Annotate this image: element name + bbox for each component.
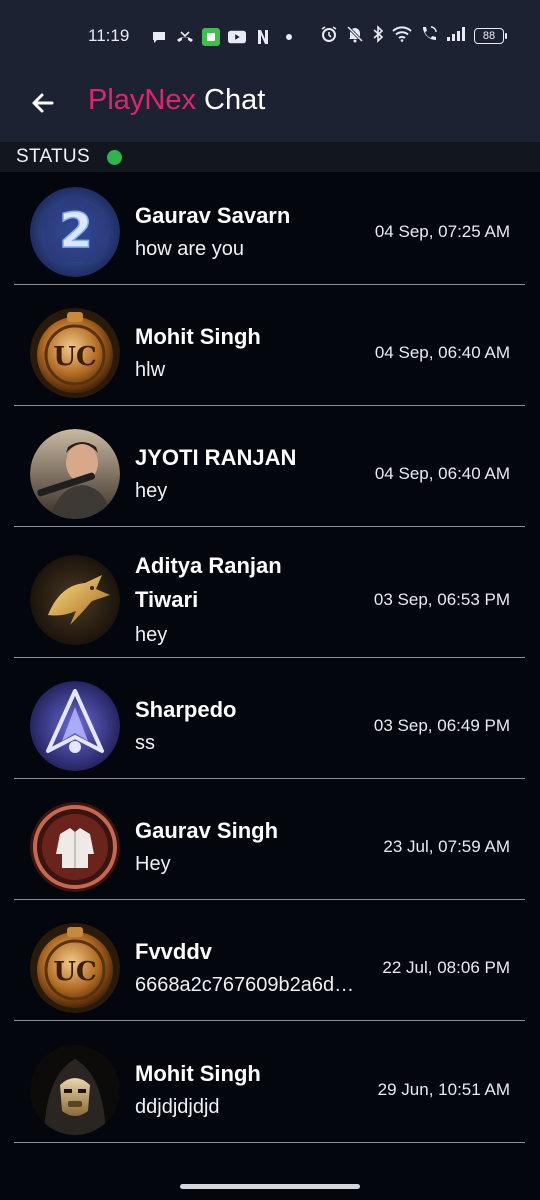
contact-name: Gaurav Savarn: [135, 203, 291, 228]
app-bar: PlayNex Chat: [0, 72, 540, 142]
system-indicator-icons: 88: [320, 24, 507, 48]
contact-name: Aditya Ranjan Tiwari: [135, 553, 282, 612]
chat-row[interactable]: JYOTI RANJAN hey 04 Sep, 06:40 AM: [0, 406, 540, 527]
page-title: PlayNex Chat: [88, 82, 265, 118]
wolf-emblem-avatar: [30, 681, 120, 771]
golden-dragon-avatar: [30, 555, 120, 645]
message-time: 03 Sep, 06:49 PM: [373, 716, 510, 735]
last-message: 6668a2c767609b2a6d…: [135, 974, 355, 996]
youtube-icon: [228, 28, 246, 46]
message-time: 03 Sep, 06:53 PM: [373, 590, 510, 609]
contact-name: Fvvddv: [135, 939, 213, 964]
message-time: 04 Sep, 06:40 AM: [374, 343, 510, 362]
gesture-navigation-bar[interactable]: [180, 1184, 360, 1189]
online-status-dot: [107, 150, 122, 165]
missed-call-icon: [176, 28, 194, 46]
last-message: ss: [135, 732, 155, 754]
arrow-back-icon[interactable]: [26, 86, 60, 120]
bluetooth-icon: [372, 24, 384, 48]
svg-text:UC: UC: [53, 342, 96, 372]
svg-text:UC: UC: [53, 957, 96, 987]
row-divider: [14, 1142, 525, 1143]
uc-coin-avatar: UC: [30, 923, 120, 1013]
contact-name: Mohit Singh: [135, 324, 261, 349]
battery-icon: 88: [474, 28, 507, 44]
chat-row[interactable]: Sharpedo ss 03 Sep, 06:49 PM: [0, 658, 540, 779]
message-time: 29 Jun, 10:51 AM: [377, 1080, 510, 1099]
notification-icons: [150, 25, 298, 49]
chat-row[interactable]: Aditya Ranjan Tiwari hey 03 Sep, 06:53 P…: [0, 527, 540, 658]
system-status-bar: 11:19 88: [0, 0, 540, 72]
chat-row[interactable]: Gaurav Singh Hey 23 Jul, 07:59 AM: [0, 779, 540, 900]
contact-name: Mohit Singh: [135, 1061, 261, 1086]
sniper-soldier-avatar: [30, 429, 120, 519]
last-message: hey: [135, 480, 168, 502]
last-message: hlw: [135, 359, 166, 381]
message-time: 22 Jul, 08:06 PM: [382, 958, 510, 977]
netflix-icon: [254, 28, 272, 46]
message-time: 04 Sep, 06:40 AM: [374, 464, 510, 483]
wifi-icon: [392, 25, 412, 47]
signal-icon: [446, 26, 466, 47]
title-text: Chat: [196, 84, 266, 116]
message-time: 04 Sep, 07:25 AM: [374, 222, 510, 241]
number-2-emblem-avatar: 2: [30, 187, 120, 277]
status-section[interactable]: STATUS: [0, 142, 540, 172]
wifi-calling-icon: [420, 25, 438, 48]
masked-assassin-avatar: [30, 1045, 120, 1135]
green-app-icon: [202, 28, 220, 46]
chat-row[interactable]: Mohit Singh ddjdjdjdjd 29 Jun, 10:51 AM: [0, 1021, 540, 1143]
bell-off-icon: [346, 25, 364, 48]
alarm-icon: [320, 25, 338, 48]
status-label: STATUS: [16, 146, 90, 167]
chat-row[interactable]: UC Mohit Singh hlw 04 Sep, 06:40 AM: [0, 285, 540, 406]
last-message: how are you: [135, 238, 244, 260]
last-message: Hey: [135, 853, 171, 875]
message-time: 23 Jul, 07:59 AM: [383, 837, 510, 856]
last-message: hey: [135, 624, 168, 646]
contact-name: JYOTI RANJAN: [135, 445, 297, 470]
jacket-badge-avatar: [30, 802, 120, 892]
clock-time: 11:19: [88, 26, 130, 45]
chat-row[interactable]: UC Fvvddv 6668a2c767609b2a6d… 22 Jul, 08…: [0, 900, 540, 1021]
contact-name: Gaurav Singh: [135, 818, 279, 843]
brand-name: PlayNex: [88, 84, 196, 116]
chat-bubble-icon: [150, 28, 168, 46]
dot-icon: [280, 28, 298, 46]
last-message: ddjdjdjdjd: [135, 1096, 220, 1118]
svg-text:2: 2: [59, 203, 92, 259]
contact-name: Sharpedo: [135, 697, 237, 722]
chat-row[interactable]: 2 Gaurav Savarn how are you 04 Sep, 07:2…: [0, 172, 540, 285]
uc-coin-avatar: UC: [30, 308, 120, 398]
